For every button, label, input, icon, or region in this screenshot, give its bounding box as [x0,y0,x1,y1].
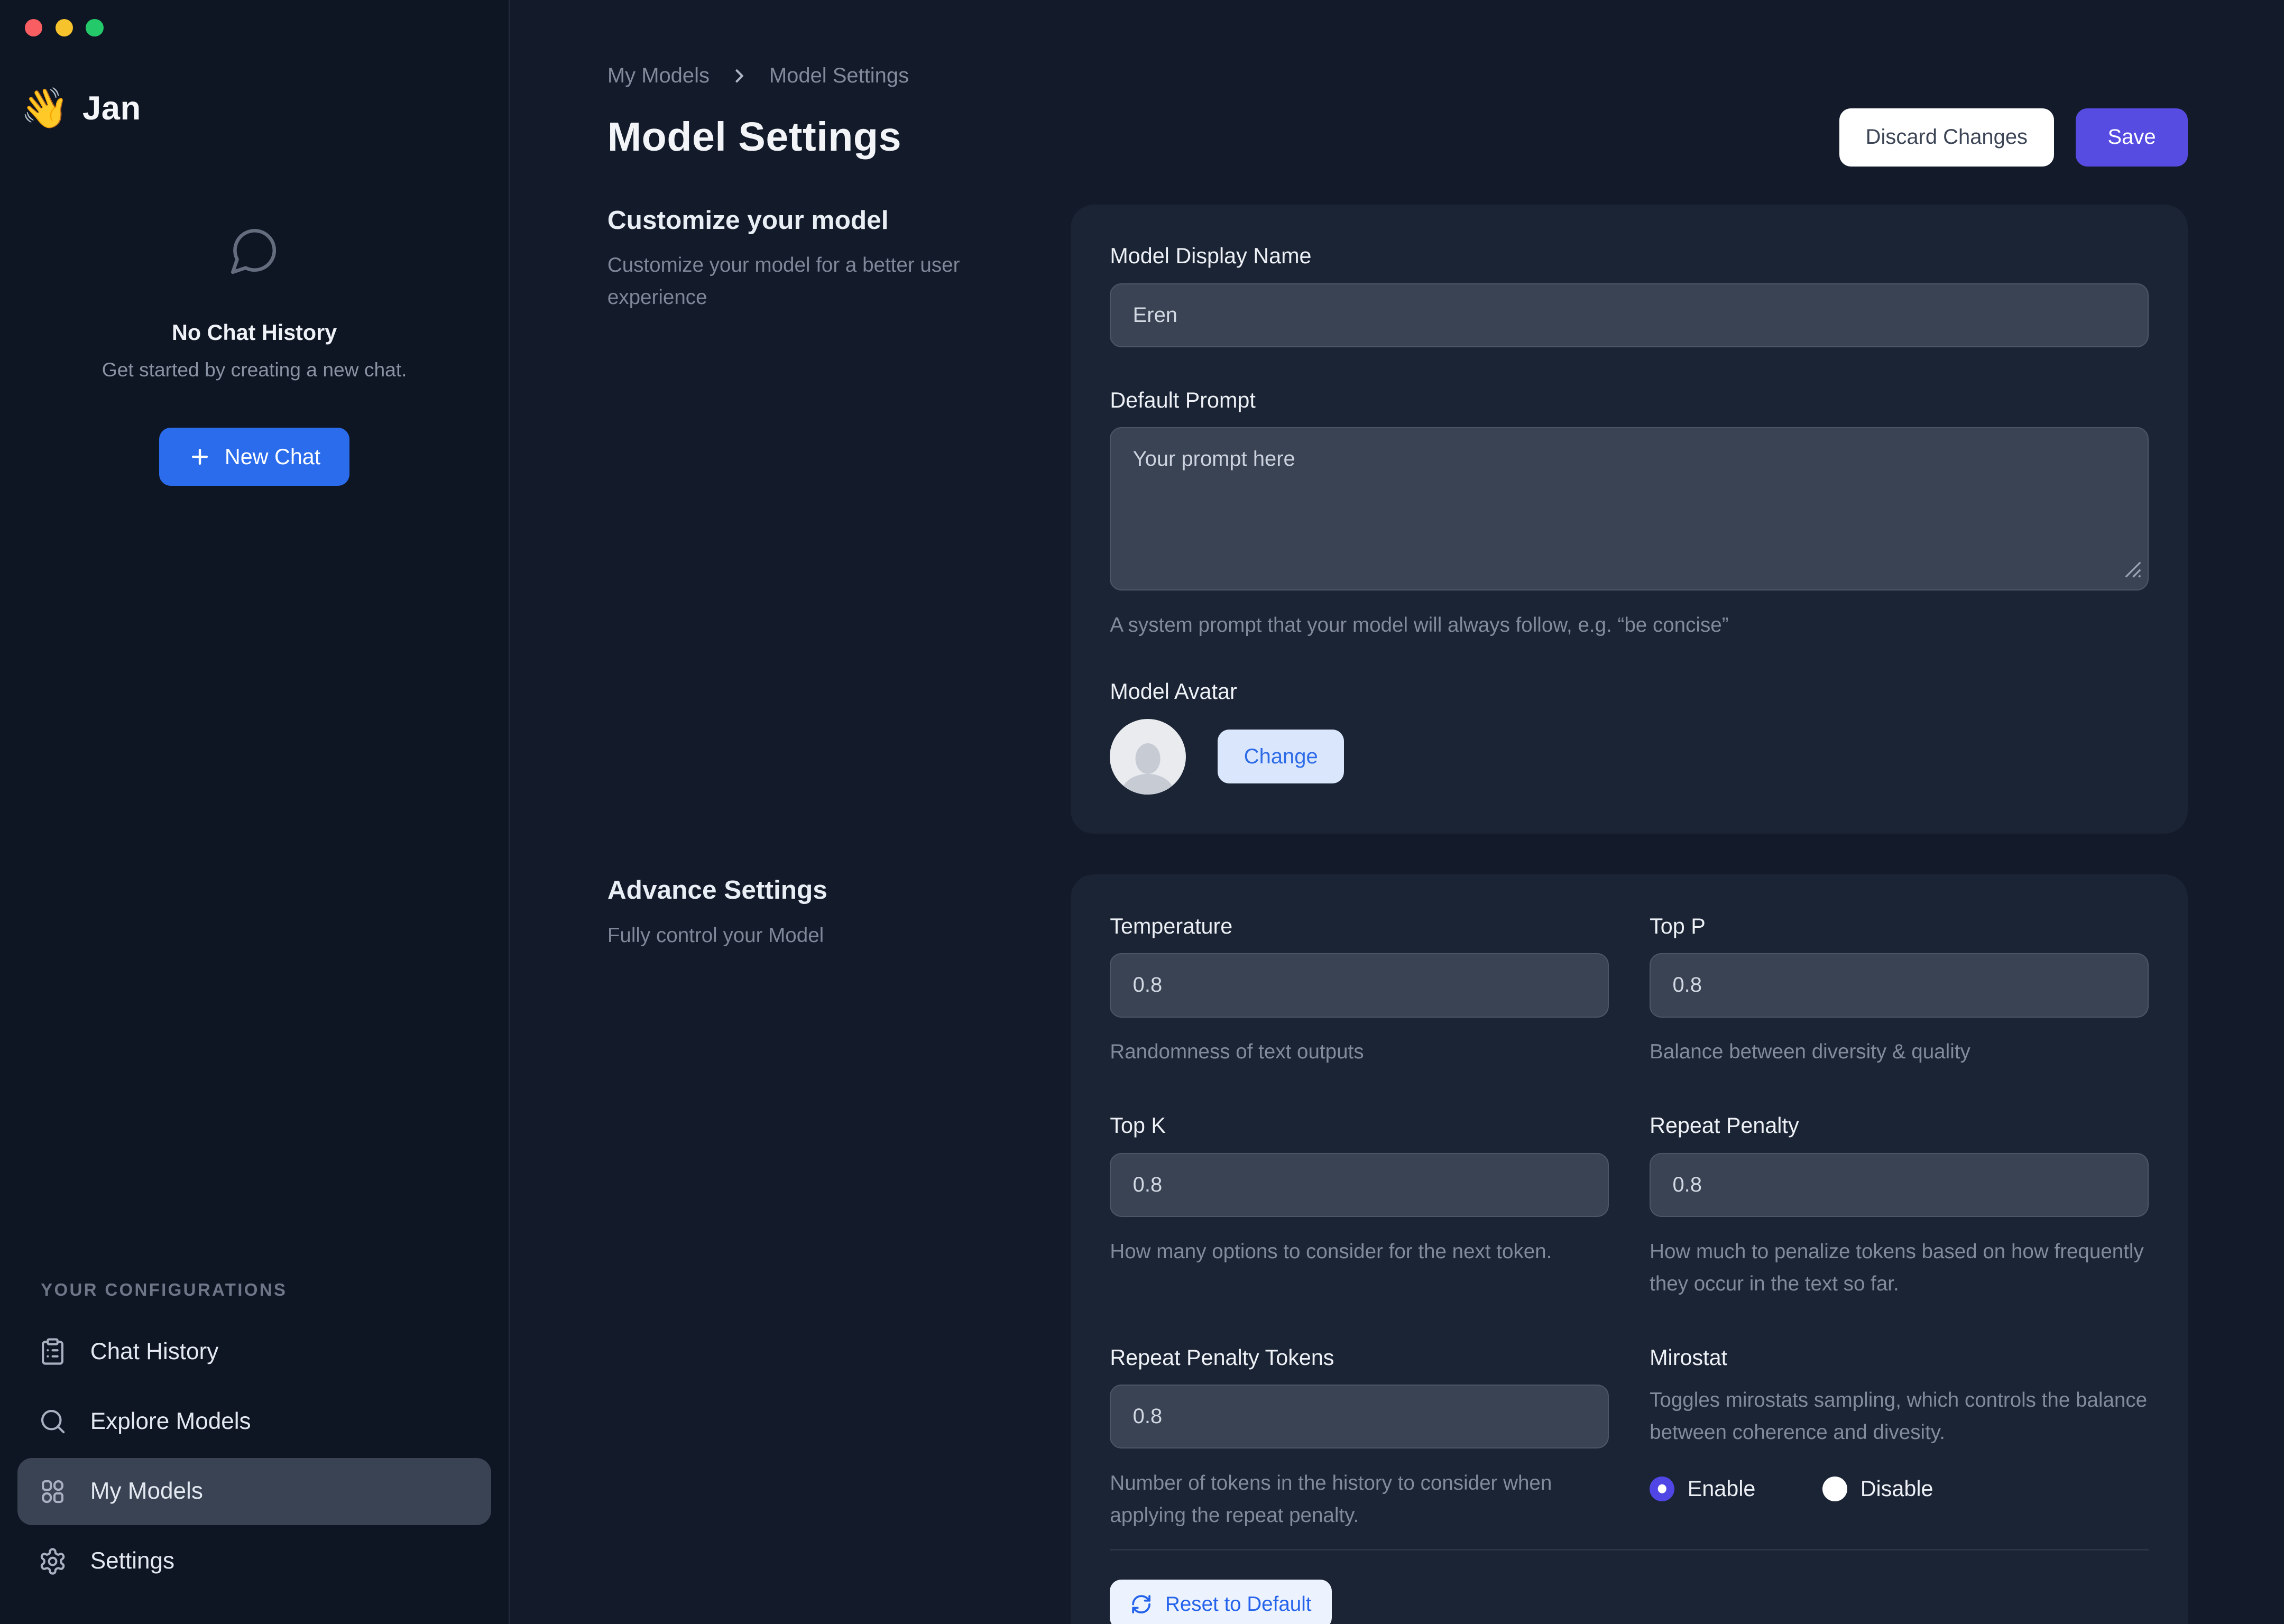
repeat-penalty-tokens-helper: Number of tokens in the history to consi… [1110,1468,1609,1531]
advance-card: Temperature 0.8 Randomness of text outpu… [1071,874,2188,1624]
temperature-helper: Randomness of text outputs [1110,1036,1609,1068]
resize-handle[interactable] [2124,560,2142,584]
sidebar-item-label: Settings [90,1548,174,1574]
configurations-header: YOUR CONFIGURATIONS [41,1280,509,1300]
repeat-penalty-helper: How much to penalize tokens based on how… [1650,1236,2149,1300]
discard-changes-button[interactable]: Discard Changes [1839,108,2054,167]
refresh-icon [1130,1593,1152,1615]
new-chat-label: New Chat [225,445,320,469]
sidebar-item-label: Chat History [90,1339,219,1365]
disable-label: Disable [1861,1477,1933,1501]
breadcrumb: My Models Model Settings [607,64,2188,88]
sidebar-item-explore-models[interactable]: Explore Models [17,1388,491,1455]
radio-unselected-icon[interactable] [1822,1477,1847,1501]
save-button[interactable]: Save [2076,108,2188,167]
mirostat-disable-option[interactable]: Disable [1822,1477,1933,1501]
mirostat-label: Mirostat [1650,1345,2149,1370]
maximize-window-button[interactable] [86,19,103,36]
sidebar: 👋 Jan No Chat History Get started by cre… [0,0,510,1624]
reset-to-default-label: Reset to Default [1165,1593,1312,1616]
breadcrumb-model-settings: Model Settings [769,64,909,88]
customize-heading: Customize your model [607,205,1015,235]
avatar [1110,719,1185,795]
mirostat-radio-group: Enable Disable [1650,1477,2149,1501]
clipboard-icon [38,1337,67,1366]
app-logo: 👋 Jan [0,36,509,128]
top-p-input[interactable]: 0.8 [1650,953,2149,1017]
repeat-penalty-label: Repeat Penalty [1650,1113,2149,1138]
gear-icon [38,1547,67,1576]
plus-icon [188,445,211,468]
empty-state-title: No Chat History [172,320,337,345]
change-avatar-button[interactable]: Change [1218,730,1344,783]
radio-selected-icon[interactable] [1650,1477,1674,1501]
window-controls [0,0,509,36]
sidebar-item-label: My Models [90,1478,203,1505]
app-window: 👋 Jan No Chat History Get started by cre… [0,0,2284,1624]
customize-card: Model Display Name Eren Default Prompt Y… [1071,205,2188,834]
model-display-name-label: Model Display Name [1110,244,2148,269]
top-k-helper: How many options to consider for the nex… [1110,1236,1609,1268]
empty-state-subtitle: Get started by creating a new chat. [102,358,407,381]
advance-subheading: Fully control your Model [607,920,1015,952]
mirostat-enable-option[interactable]: Enable [1650,1477,1755,1501]
reset-to-default-button[interactable]: Reset to Default [1110,1580,1332,1624]
page-title: Model Settings [607,114,901,161]
sidebar-item-chat-history[interactable]: Chat History [17,1318,491,1385]
repeat-penalty-tokens-label: Repeat Penalty Tokens [1110,1345,1609,1370]
chat-bubble-icon [228,224,281,282]
top-k-label: Top K [1110,1113,1609,1138]
waving-hand-icon: 👋 [21,89,70,128]
sidebar-nav: YOUR CONFIGURATIONS Chat History Explore… [0,1280,509,1624]
divider [1110,1549,2148,1551]
minimize-window-button[interactable] [56,19,73,36]
advance-section: Advance Settings Fully control your Mode… [607,874,2188,1624]
model-display-name-input[interactable]: Eren [1110,283,2148,347]
app-name: Jan [82,89,141,127]
temperature-input[interactable]: 0.8 [1110,953,1609,1017]
breadcrumb-my-models[interactable]: My Models [607,64,710,88]
repeat-penalty-input[interactable]: 0.8 [1650,1153,2149,1217]
default-prompt-value: Your prompt here [1133,447,1295,470]
repeat-penalty-tokens-input[interactable]: 0.8 [1110,1385,1609,1448]
sidebar-item-label: Explore Models [90,1408,251,1435]
chat-empty-state: No Chat History Get started by creating … [0,224,509,486]
top-k-input[interactable]: 0.8 [1110,1153,1609,1217]
enable-label: Enable [1688,1477,1756,1501]
new-chat-button[interactable]: New Chat [159,428,349,486]
mirostat-description: Toggles mirostats sampling, which contro… [1650,1385,2149,1448]
default-prompt-label: Default Prompt [1110,388,2148,413]
sidebar-item-settings[interactable]: Settings [17,1528,491,1595]
main-content: My Models Model Settings Model Settings … [510,0,2284,1624]
model-avatar-label: Model Avatar [1110,679,2148,704]
customize-subheading: Customize your model for a better user e… [607,250,1015,313]
grid-icon [38,1477,67,1506]
top-p-label: Top P [1650,914,2149,939]
search-icon [38,1407,67,1436]
close-window-button[interactable] [25,19,42,36]
temperature-label: Temperature [1110,914,1609,939]
default-prompt-helper: A system prompt that your model will alw… [1110,610,2148,642]
sidebar-item-my-models[interactable]: My Models [17,1458,491,1525]
default-prompt-textarea[interactable]: Your prompt here [1110,427,2148,590]
top-p-helper: Balance between diversity & quality [1650,1036,2149,1068]
customize-section: Customize your model Customize your mode… [607,205,2188,834]
advance-heading: Advance Settings [607,874,1015,905]
chevron-right-icon [729,65,750,87]
